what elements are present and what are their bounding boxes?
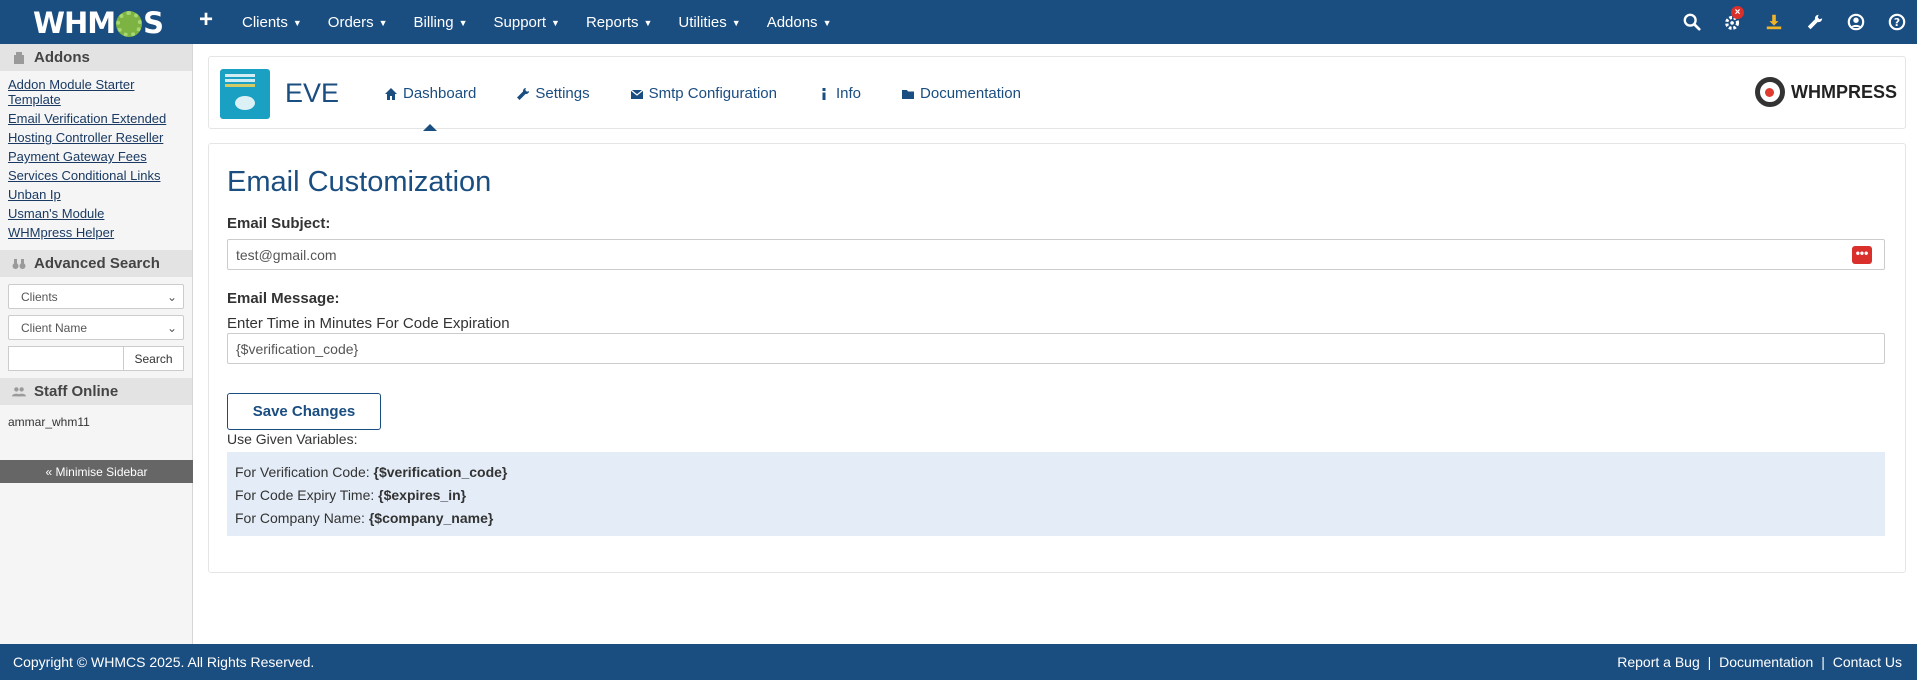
users-icon [12, 386, 26, 396]
search-button[interactable]: Search [124, 346, 184, 371]
copyright-text: Copyright © WHMCS 2025. All Rights Reser… [13, 654, 315, 670]
svg-text:?: ? [1893, 16, 1899, 29]
footer-link-report-bug[interactable]: Report a Bug [1617, 654, 1700, 670]
variable-row: For Verification Code: {$verification_co… [235, 464, 508, 480]
search-row: Search [8, 346, 184, 371]
addons-list: Addon Module Starter Template Email Veri… [0, 71, 192, 250]
menu-clients[interactable]: Clients ▼ [242, 14, 302, 31]
plus-icon[interactable]: + [199, 6, 213, 34]
help-icon[interactable]: ? [1876, 0, 1917, 44]
email-message-input[interactable]: {$verification_code} [227, 333, 1885, 364]
caret-down-icon: ▼ [822, 17, 832, 28]
chevron-down-icon: ⌄ [166, 289, 177, 304]
wrench-icon [517, 87, 530, 100]
caret-down-icon: ▼ [731, 17, 741, 28]
email-customization-panel: Email Customization Email Subject: test@… [208, 143, 1906, 573]
main-menu: Clients ▼ Orders ▼ Billing ▼ Support ▼ Repor… [242, 0, 857, 44]
whmcs-logo[interactable]: WHM S [33, 6, 164, 40]
caret-down-icon: ▼ [458, 17, 468, 28]
search-input[interactable] [8, 346, 124, 371]
staff-online-name: ammar_whm11 [8, 415, 90, 429]
page-title: Email Customization [227, 166, 492, 198]
cube-icon [14, 51, 24, 64]
search-type-select[interactable]: Clients ⌄ [8, 284, 184, 309]
menu-utilities[interactable]: Utilities ▼ [678, 14, 740, 31]
whmpress-mark-icon [1754, 77, 1785, 107]
tab-info[interactable]: Info [817, 57, 861, 130]
email-subject-input[interactable]: test@gmail.com ••• [227, 239, 1885, 270]
top-icons: × ? [1671, 0, 1917, 44]
caret-down-icon: ▼ [551, 17, 560, 28]
sidebar: Addons Addon Module Starter Template Ema… [0, 44, 193, 644]
password-manager-icon[interactable]: ••• [1852, 246, 1872, 264]
home-icon [385, 87, 397, 100]
menu-addons[interactable]: Addons ▼ [767, 14, 832, 31]
email-message-hint: Enter Time in Minutes For Code Expiratio… [227, 315, 510, 332]
chevron-down-icon: ⌄ [166, 320, 177, 335]
sidebar-addons-header: Addons [0, 44, 192, 71]
envelope-icon [630, 89, 643, 99]
download-icon[interactable] [1753, 0, 1794, 44]
sidebar-link-whmpress-helper[interactable]: WHMpress Helper [8, 225, 184, 240]
sidebar-link-services-conditional[interactable]: Services Conditional Links [8, 168, 184, 183]
top-navbar: WHM S + Clients ▼ Orders ▼ Billing ▼ Support… [0, 0, 1917, 44]
sidebar-link-usmans-module[interactable]: Usman's Module [8, 206, 184, 221]
logo-text-right: S [143, 6, 164, 40]
sidebar-search-header: Advanced Search [0, 250, 192, 277]
binoculars-icon [12, 258, 26, 269]
logo-text-left: WHM [33, 6, 116, 40]
menu-billing[interactable]: Billing ▼ [414, 14, 468, 31]
caret-down-icon: ▼ [643, 17, 653, 28]
footer-separator: | [1707, 654, 1712, 670]
caret-down-icon: ▼ [292, 17, 302, 28]
tab-settings[interactable]: Settings [516, 57, 590, 130]
footer-links: Report a Bug | Documentation | Contact U… [1615, 654, 1904, 670]
sidebar-link-hosting-controller[interactable]: Hosting Controller Reseller [8, 130, 184, 145]
sidebar-link-email-verification[interactable]: Email Verification Extended [8, 111, 184, 126]
variables-box: For Verification Code: {$verification_co… [227, 452, 1885, 536]
tab-dashboard[interactable]: Dashboard [384, 57, 476, 131]
user-circle-icon[interactable] [1835, 0, 1876, 44]
folder-icon [902, 89, 915, 99]
save-changes-button[interactable]: Save Changes [227, 393, 381, 430]
menu-support[interactable]: Support ▼ [494, 14, 560, 31]
eve-module-logo [220, 69, 270, 119]
sidebar-link-addon-starter[interactable]: Addon Module Starter Template [8, 77, 184, 107]
variable-row: For Company Name: {$company_name} [235, 510, 494, 526]
sidebar-staff-header: Staff Online [0, 378, 192, 405]
menu-reports[interactable]: Reports ▼ [586, 14, 652, 31]
module-tabs: Dashboard Settings Smtp Configuration In… [364, 57, 1041, 131]
tab-documentation[interactable]: Documentation [901, 57, 1021, 130]
advanced-search-form: Clients ⌄ Client Name ⌄ Search [0, 277, 192, 378]
sidebar-link-unban-ip[interactable]: Unban Ip [8, 187, 184, 202]
footer-separator: | [1821, 654, 1825, 670]
sidebar-link-payment-gateway[interactable]: Payment Gateway Fees [8, 149, 184, 164]
variable-row: For Code Expiry Time: {$expires_in} [235, 487, 467, 503]
gear-logo-icon [116, 11, 143, 37]
variables-title: Use Given Variables: [227, 431, 358, 447]
minimise-sidebar-button[interactable]: « Minimise Sidebar [0, 460, 193, 483]
module-title: EVE [285, 78, 340, 108]
search-icon[interactable] [1671, 0, 1712, 44]
module-header: EVE Dashboard Settings Smtp Configuratio… [208, 56, 1906, 131]
caret-down-icon: ▼ [378, 17, 388, 28]
email-subject-label: Email Subject: [227, 215, 331, 232]
footer-link-contact-us[interactable]: Contact Us [1833, 654, 1902, 670]
gears-icon[interactable]: × [1712, 0, 1753, 44]
info-icon [822, 87, 826, 100]
footer-link-documentation[interactable]: Documentation [1719, 654, 1813, 670]
menu-orders[interactable]: Orders ▼ [328, 14, 388, 31]
wrench-icon[interactable] [1794, 0, 1835, 44]
search-field-select[interactable]: Client Name ⌄ [8, 315, 184, 340]
footer: Copyright © WHMCS 2025. All Rights Reser… [0, 644, 1917, 680]
tab-smtp-configuration[interactable]: Smtp Configuration [630, 57, 777, 130]
whmpress-logo[interactable]: WHMPRESS [1754, 77, 1897, 107]
email-message-label: Email Message: [227, 290, 340, 307]
alert-badge-icon: × [1731, 6, 1744, 19]
